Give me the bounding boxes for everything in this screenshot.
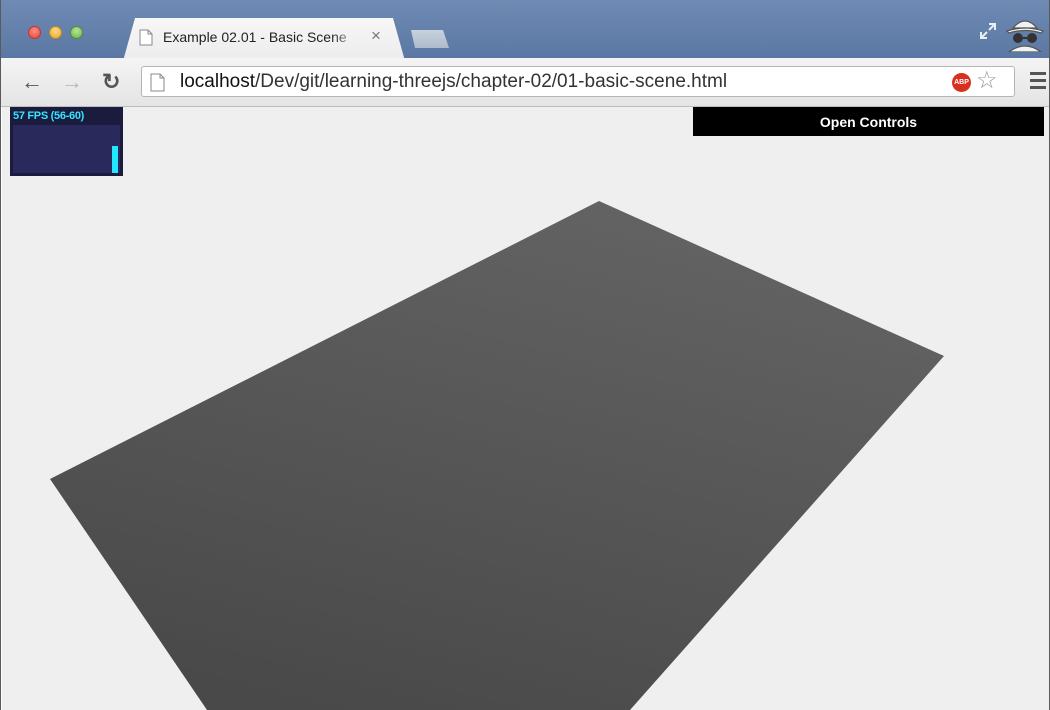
star-icon[interactable]: ☆ bbox=[976, 68, 998, 94]
open-controls-button[interactable]: Open Controls bbox=[693, 107, 1044, 136]
fps-stats-panel[interactable]: 57 FPS (56-60) bbox=[10, 107, 123, 176]
fullscreen-icon[interactable] bbox=[979, 22, 997, 40]
active-tab[interactable]: Example 02.01 - Basic Scene × bbox=[123, 18, 405, 61]
close-window-icon[interactable] bbox=[28, 26, 41, 39]
url-text[interactable]: localhost/Dev/git/learning-threejs/chapt… bbox=[180, 71, 727, 93]
forward-arrow-icon[interactable]: → bbox=[61, 70, 83, 94]
threejs-canvas[interactable] bbox=[2, 107, 1050, 710]
browser-window: Example 02.01 - Basic Scene × ← → ↻ loca… bbox=[0, 0, 1050, 710]
url-path: /Dev/git/learning-threejs/chapter-02/01-… bbox=[255, 71, 728, 92]
tab-strip: Example 02.01 - Basic Scene × bbox=[1, 0, 1049, 61]
browser-toolbar: ← → ↻ localhost/Dev/git/learning-threejs… bbox=[1, 58, 1049, 107]
page-icon bbox=[150, 73, 165, 92]
page-content: 57 FPS (56-60) Open Controls bbox=[2, 107, 1050, 710]
tab-close-icon[interactable]: × bbox=[371, 27, 381, 44]
document-icon bbox=[139, 29, 153, 46]
adblock-icon[interactable]: ABP bbox=[952, 73, 971, 92]
new-tab-button[interactable] bbox=[411, 30, 449, 48]
url-host: localhost bbox=[180, 71, 255, 92]
tab-title: Example 02.01 - Basic Scene bbox=[163, 29, 347, 45]
address-bar[interactable]: localhost/Dev/git/learning-threejs/chapt… bbox=[141, 66, 1015, 97]
back-arrow-icon[interactable]: ← bbox=[21, 70, 43, 94]
zoom-window-icon[interactable] bbox=[70, 26, 83, 39]
fps-bar bbox=[112, 146, 118, 173]
incognito-icon bbox=[1005, 20, 1045, 52]
fps-label: 57 FPS (56-60) bbox=[13, 110, 85, 122]
reload-icon[interactable]: ↻ bbox=[102, 70, 120, 94]
minimize-window-icon[interactable] bbox=[49, 26, 62, 39]
fps-graph bbox=[13, 125, 120, 173]
menu-icon[interactable] bbox=[1030, 72, 1046, 93]
